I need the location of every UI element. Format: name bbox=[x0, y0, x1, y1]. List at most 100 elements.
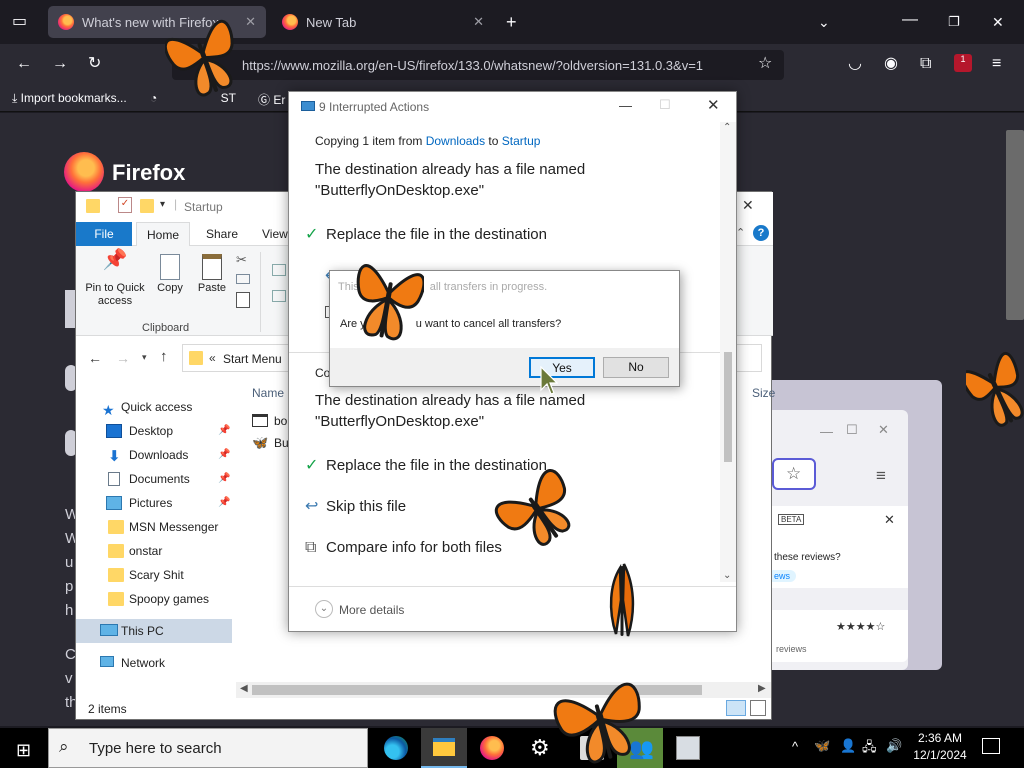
properties-icon[interactable]: ✓ bbox=[118, 197, 132, 213]
dialog-scrollbar[interactable]: ⌃ ⌄ bbox=[720, 122, 736, 582]
new-tab-plus-icon[interactable]: + bbox=[506, 13, 517, 31]
nav-onstar[interactable]: onstar bbox=[76, 539, 232, 563]
url-bar[interactable]: ⛉ https://www.mozilla.org/en-US/firefox/… bbox=[172, 50, 784, 80]
windows-start-icon[interactable]: ⊞ bbox=[16, 740, 31, 761]
copy-to-icon[interactable] bbox=[272, 290, 286, 302]
compare-files-option[interactable]: ⧉ Compare info for both files bbox=[305, 538, 502, 558]
import-bookmarks-link[interactable]: ⤓ Import bookmarks... bbox=[12, 91, 127, 106]
new-folder-icon[interactable] bbox=[140, 199, 154, 213]
panel-reviews-text: reviews bbox=[776, 644, 807, 654]
firefox-logo-text: Firefox bbox=[112, 160, 186, 185]
skip-file-option[interactable]: ↩ Skip this file bbox=[305, 497, 406, 517]
conflict-filename: "ButterflyOnDesktop.exe" bbox=[315, 182, 485, 199]
recent-locations-chevron-icon[interactable]: ▾ bbox=[142, 352, 147, 363]
firefox-taskbar-icon[interactable] bbox=[480, 736, 504, 760]
close-tab-icon[interactable]: ✕ bbox=[245, 14, 256, 30]
scrollbar-thumb[interactable] bbox=[724, 352, 732, 462]
cut-icon[interactable]: ✂ bbox=[236, 252, 247, 268]
nav-documents[interactable]: Documents 📌 bbox=[76, 467, 232, 491]
menu-hamburger-icon[interactable]: ≡ bbox=[992, 56, 1001, 72]
url-text[interactable]: https://www.mozilla.org/en-US/firefox/13… bbox=[242, 58, 732, 73]
taskbar-clock[interactable]: 2:36 AM 12/1/2024 bbox=[910, 731, 970, 762]
tab-file[interactable]: File bbox=[76, 222, 132, 246]
nav-quick-access[interactable]: ★ Quick access bbox=[76, 395, 232, 419]
download-arrow-icon: ⬇ bbox=[108, 448, 121, 465]
close-window-icon[interactable]: ✕ bbox=[742, 197, 754, 214]
scroll-right-icon[interactable]: ▶ bbox=[758, 683, 766, 694]
tray-chevron-up-icon[interactable]: ^ bbox=[792, 739, 798, 754]
notifications-icon[interactable] bbox=[982, 738, 1000, 754]
nav-desktop[interactable]: Desktop 📌 bbox=[76, 419, 232, 443]
nav-pictures[interactable]: Pictures 📌 bbox=[76, 491, 232, 515]
tab-new-tab[interactable]: New Tab ✕ bbox=[272, 6, 494, 38]
extensions-icon[interactable]: ⧉ bbox=[920, 56, 931, 72]
pocket-icon[interactable]: ◡ bbox=[848, 56, 862, 72]
tab-home[interactable]: Home bbox=[136, 222, 191, 246]
tab-list-icon[interactable]: ▭ bbox=[12, 14, 27, 30]
edge-icon[interactable] bbox=[384, 736, 408, 760]
copy-button[interactable]: Copy bbox=[150, 254, 190, 295]
nav-downloads[interactable]: ⬇ Downloads 📌 bbox=[76, 443, 232, 467]
tab-overflow-chevron-icon[interactable]: ⌄ bbox=[818, 14, 830, 30]
horizontal-scrollbar[interactable]: ◀ ▶ bbox=[236, 682, 771, 698]
help-icon[interactable]: ? bbox=[753, 225, 769, 241]
nav-network[interactable]: Network bbox=[76, 651, 232, 675]
copy-path-icon[interactable] bbox=[236, 274, 250, 284]
back-icon[interactable]: ← bbox=[16, 56, 32, 72]
bookmark-star-icon[interactable]: ☆ bbox=[758, 56, 772, 72]
close-window-icon[interactable]: ✕ bbox=[992, 14, 1004, 30]
dialog-title: 9 Interrupted Actions bbox=[319, 100, 430, 114]
details-view-icon[interactable] bbox=[726, 700, 746, 716]
source-folder-link[interactable]: Downloads bbox=[426, 134, 485, 148]
forward-icon[interactable]: → bbox=[52, 56, 68, 72]
tab-share[interactable]: Share bbox=[196, 222, 248, 246]
restore-icon[interactable]: ❐ bbox=[948, 14, 960, 30]
paste-shortcut-icon[interactable] bbox=[236, 292, 250, 308]
volume-icon[interactable]: 🔊 bbox=[886, 738, 902, 754]
taskbar-explorer-active[interactable] bbox=[421, 728, 467, 768]
clipboard-group-label: Clipboard bbox=[142, 322, 190, 334]
large-icons-view-icon[interactable] bbox=[750, 700, 766, 716]
nav-scary-shit[interactable]: Scary Shit bbox=[76, 563, 232, 587]
move-to-icon[interactable] bbox=[272, 264, 286, 276]
scroll-left-icon[interactable]: ◀ bbox=[240, 683, 248, 694]
scroll-down-icon[interactable]: ⌄ bbox=[723, 570, 731, 581]
column-header-name[interactable]: Name bbox=[252, 386, 284, 400]
close-tab-icon[interactable]: ✕ bbox=[473, 14, 484, 30]
nav-msn-messenger[interactable]: MSN Messenger bbox=[76, 515, 232, 539]
forward-icon[interactable]: → bbox=[116, 350, 130, 366]
page-scrollbar-thumb[interactable] bbox=[1006, 130, 1024, 320]
app-icon[interactable] bbox=[676, 736, 700, 760]
yes-button[interactable]: Yes bbox=[529, 357, 595, 378]
pinned-icon: 📌 bbox=[218, 425, 231, 436]
nav-this-pc[interactable]: This PC bbox=[76, 619, 232, 643]
butterfly-sprite bbox=[494, 469, 571, 546]
column-header-size[interactable]: Size bbox=[752, 386, 775, 400]
tray-msn-icon[interactable]: 👤 bbox=[840, 738, 856, 754]
minimize-icon[interactable]: — bbox=[902, 12, 918, 28]
quick-access-dropdown-icon[interactable]: ▾ bbox=[160, 199, 165, 210]
bookmark-item-google[interactable]: Ⓖ Er bbox=[258, 91, 285, 108]
destination-folder-link[interactable]: Startup bbox=[502, 134, 541, 148]
tray-butterfly-icon[interactable]: 🦋 bbox=[814, 738, 830, 754]
paste-button[interactable]: Paste bbox=[192, 254, 232, 295]
nav-spoopy-games[interactable]: Spoopy games bbox=[76, 587, 232, 611]
up-icon[interactable]: ↑ bbox=[160, 348, 168, 365]
ribbon-expand-chevron-icon[interactable]: ⌃ bbox=[736, 226, 745, 239]
nav-label: Scary Shit bbox=[129, 568, 184, 582]
close-icon[interactable]: ✕ bbox=[707, 96, 720, 114]
pin-to-quick-access-button[interactable]: 📌 Pin to Quick access bbox=[80, 250, 150, 308]
address-segment[interactable]: Start Menu bbox=[223, 352, 282, 366]
minimize-icon[interactable]: — bbox=[619, 98, 632, 113]
reload-icon[interactable]: ↻ bbox=[88, 56, 101, 72]
network-status-icon[interactable]: 🖧 bbox=[862, 738, 877, 760]
scroll-up-icon[interactable]: ⌃ bbox=[723, 122, 731, 133]
extension-ublock-icon[interactable]: 1 bbox=[954, 54, 972, 72]
back-icon[interactable]: ← bbox=[88, 350, 102, 366]
desktop-icon bbox=[106, 424, 122, 438]
account-icon[interactable]: ◉ bbox=[884, 56, 898, 72]
taskbar-search-box[interactable]: ⌕ Type here to search bbox=[48, 728, 368, 768]
no-button[interactable]: No bbox=[603, 357, 669, 378]
settings-gear-icon[interactable]: ⚙ bbox=[530, 735, 550, 761]
clock-time: 2:36 AM bbox=[917, 731, 963, 745]
